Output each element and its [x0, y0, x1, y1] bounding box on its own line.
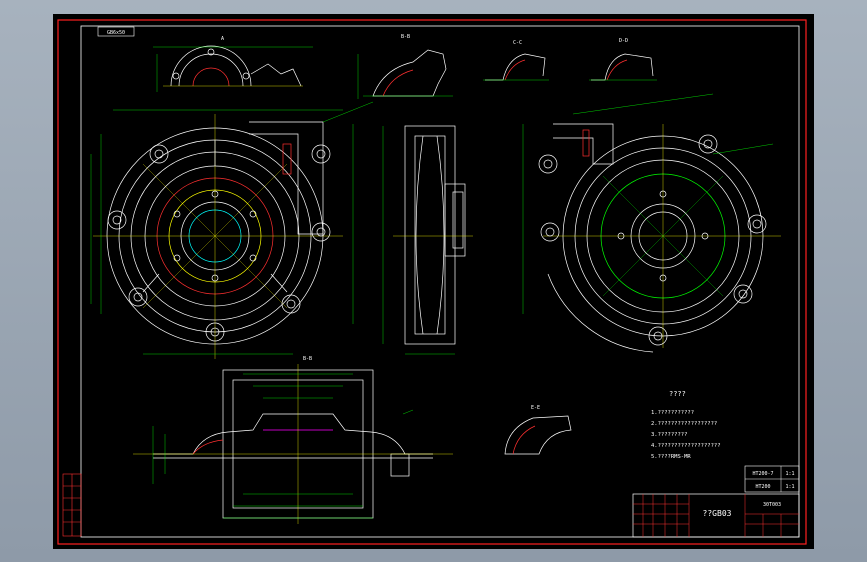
material-2: HT200 — [755, 484, 770, 490]
revision-strip — [62, 473, 82, 537]
outer-frame — [57, 19, 807, 545]
section-label-detail: E-E — [531, 405, 540, 411]
view-main-front — [90, 101, 374, 359]
notes-heading: ???? — [669, 390, 686, 398]
engineering-drawing: GB6x50 A B-B C-C D-D B-B E-E ???? 1.????… — [57, 19, 807, 545]
note-line-4: 4.??????????????????? — [651, 443, 721, 449]
note-line-3: 3.????????? — [651, 432, 687, 438]
section-label-c: C-C — [513, 40, 522, 46]
view-top-middle — [357, 49, 453, 99]
view-side — [382, 125, 473, 355]
section-label-a: A — [221, 36, 224, 42]
view-top-right-b — [589, 53, 657, 81]
quantity-1: 1:1 — [785, 471, 794, 477]
quantity-2: 1:1 — [785, 484, 794, 490]
inner-frame — [80, 25, 800, 538]
view-rear — [522, 93, 781, 353]
note-line-5: 5.????RMS-MR — [651, 454, 691, 460]
section-label-bottom: B-B — [303, 356, 312, 362]
view-top-left — [153, 45, 313, 92]
stamp-text: GB6x50 — [107, 30, 125, 36]
title-code: 30T003 — [763, 502, 781, 508]
view-detail — [504, 415, 572, 455]
drawing-title: ??GB03 — [703, 509, 732, 518]
drawing-sheet[interactable]: GB6x50 A B-B C-C D-D B-B E-E ???? 1.????… — [53, 14, 814, 549]
note-line-1: 1.??????????? — [651, 410, 694, 416]
section-label-b: B-B — [401, 34, 410, 40]
title-block: ??GB03 30T003 — [632, 493, 800, 538]
material-1: HT200-7 — [752, 471, 773, 477]
view-bottom-section — [133, 364, 453, 524]
note-line-2: 2.?????????????????? — [651, 421, 717, 427]
section-label-d: D-D — [619, 38, 628, 44]
technical-notes: ???? 1.??????????? 2.?????????????????? … — [651, 390, 721, 460]
cad-viewport: GB6x50 A B-B C-C D-D B-B E-E ???? 1.????… — [0, 0, 867, 562]
view-top-right-a — [483, 53, 549, 81]
material-table: HT200-7 HT200 1:1 1:1 — [744, 465, 800, 493]
